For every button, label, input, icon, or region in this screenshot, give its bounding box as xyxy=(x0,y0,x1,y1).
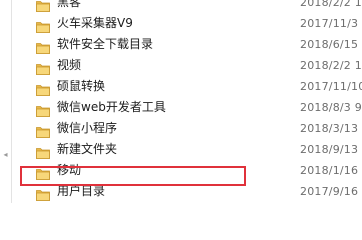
file-row[interactable]: 火车采集器V9 2017/11/3 xyxy=(12,13,362,34)
file-name: 视频 xyxy=(57,58,82,72)
folder-icon xyxy=(36,81,50,96)
file-name: 用户目录 xyxy=(57,184,106,198)
folder-icon xyxy=(36,165,50,180)
file-date: 2018/3/13 xyxy=(300,122,359,135)
left-gutter: ◂ xyxy=(0,0,11,203)
file-row[interactable]: 新建文件夹 2018/9/13 xyxy=(12,139,362,160)
file-name: 新建文件夹 xyxy=(57,142,118,156)
file-name: 微信web开发者工具 xyxy=(57,100,166,114)
file-row[interactable]: 视频 2018/2/2 1 xyxy=(12,55,362,76)
folder-icon xyxy=(36,18,50,33)
folder-icon xyxy=(36,123,50,138)
file-row[interactable]: 移动 2018/1/16 xyxy=(12,160,362,181)
folder-icon xyxy=(36,0,50,12)
scroll-left-arrow-icon[interactable]: ◂ xyxy=(1,149,10,161)
file-row[interactable]: 软件安全下载目录 2018/6/15 xyxy=(12,34,362,55)
folder-icon xyxy=(36,102,50,117)
file-date: 2018/6/15 xyxy=(300,38,359,51)
folder-icon xyxy=(36,144,50,159)
file-date: 2018/1/16 xyxy=(300,164,359,177)
file-name: 黑客 xyxy=(57,0,82,9)
file-name: 软件安全下载目录 xyxy=(57,37,154,51)
file-name: 火车采集器V9 xyxy=(57,16,133,30)
file-date: 2018/2/2 1 xyxy=(300,0,362,9)
file-name: 微信小程序 xyxy=(57,121,118,135)
file-row[interactable]: 硕鼠转换 2017/11/10 xyxy=(12,76,362,97)
file-row[interactable]: 用户目录 2017/9/16 xyxy=(12,181,362,202)
file-row[interactable]: 黑客 2018/2/2 1 xyxy=(12,0,362,13)
file-name: 硕鼠转换 xyxy=(57,79,106,93)
file-row[interactable]: 微信小程序 2018/3/13 xyxy=(12,118,362,139)
file-date: 2017/9/16 xyxy=(300,185,359,198)
file-date: 2018/8/3 9 xyxy=(300,101,362,114)
file-date: 2018/9/13 xyxy=(300,143,359,156)
file-list-pane: ◂ 黑客 2018/2/2 1 火车采集器V9 2017/11/3 软件安全下载… xyxy=(0,0,362,203)
file-name: 移动 xyxy=(57,163,82,177)
file-rows: 黑客 2018/2/2 1 火车采集器V9 2017/11/3 软件安全下载目录… xyxy=(12,0,362,202)
folder-icon xyxy=(36,186,50,201)
folder-icon xyxy=(36,60,50,75)
file-date: 2017/11/10 xyxy=(300,80,362,93)
folder-icon xyxy=(36,39,50,54)
file-row[interactable]: 微信web开发者工具 2018/8/3 9 xyxy=(12,97,362,118)
file-date: 2018/2/2 1 xyxy=(300,59,362,72)
file-date: 2017/11/3 xyxy=(300,17,359,30)
